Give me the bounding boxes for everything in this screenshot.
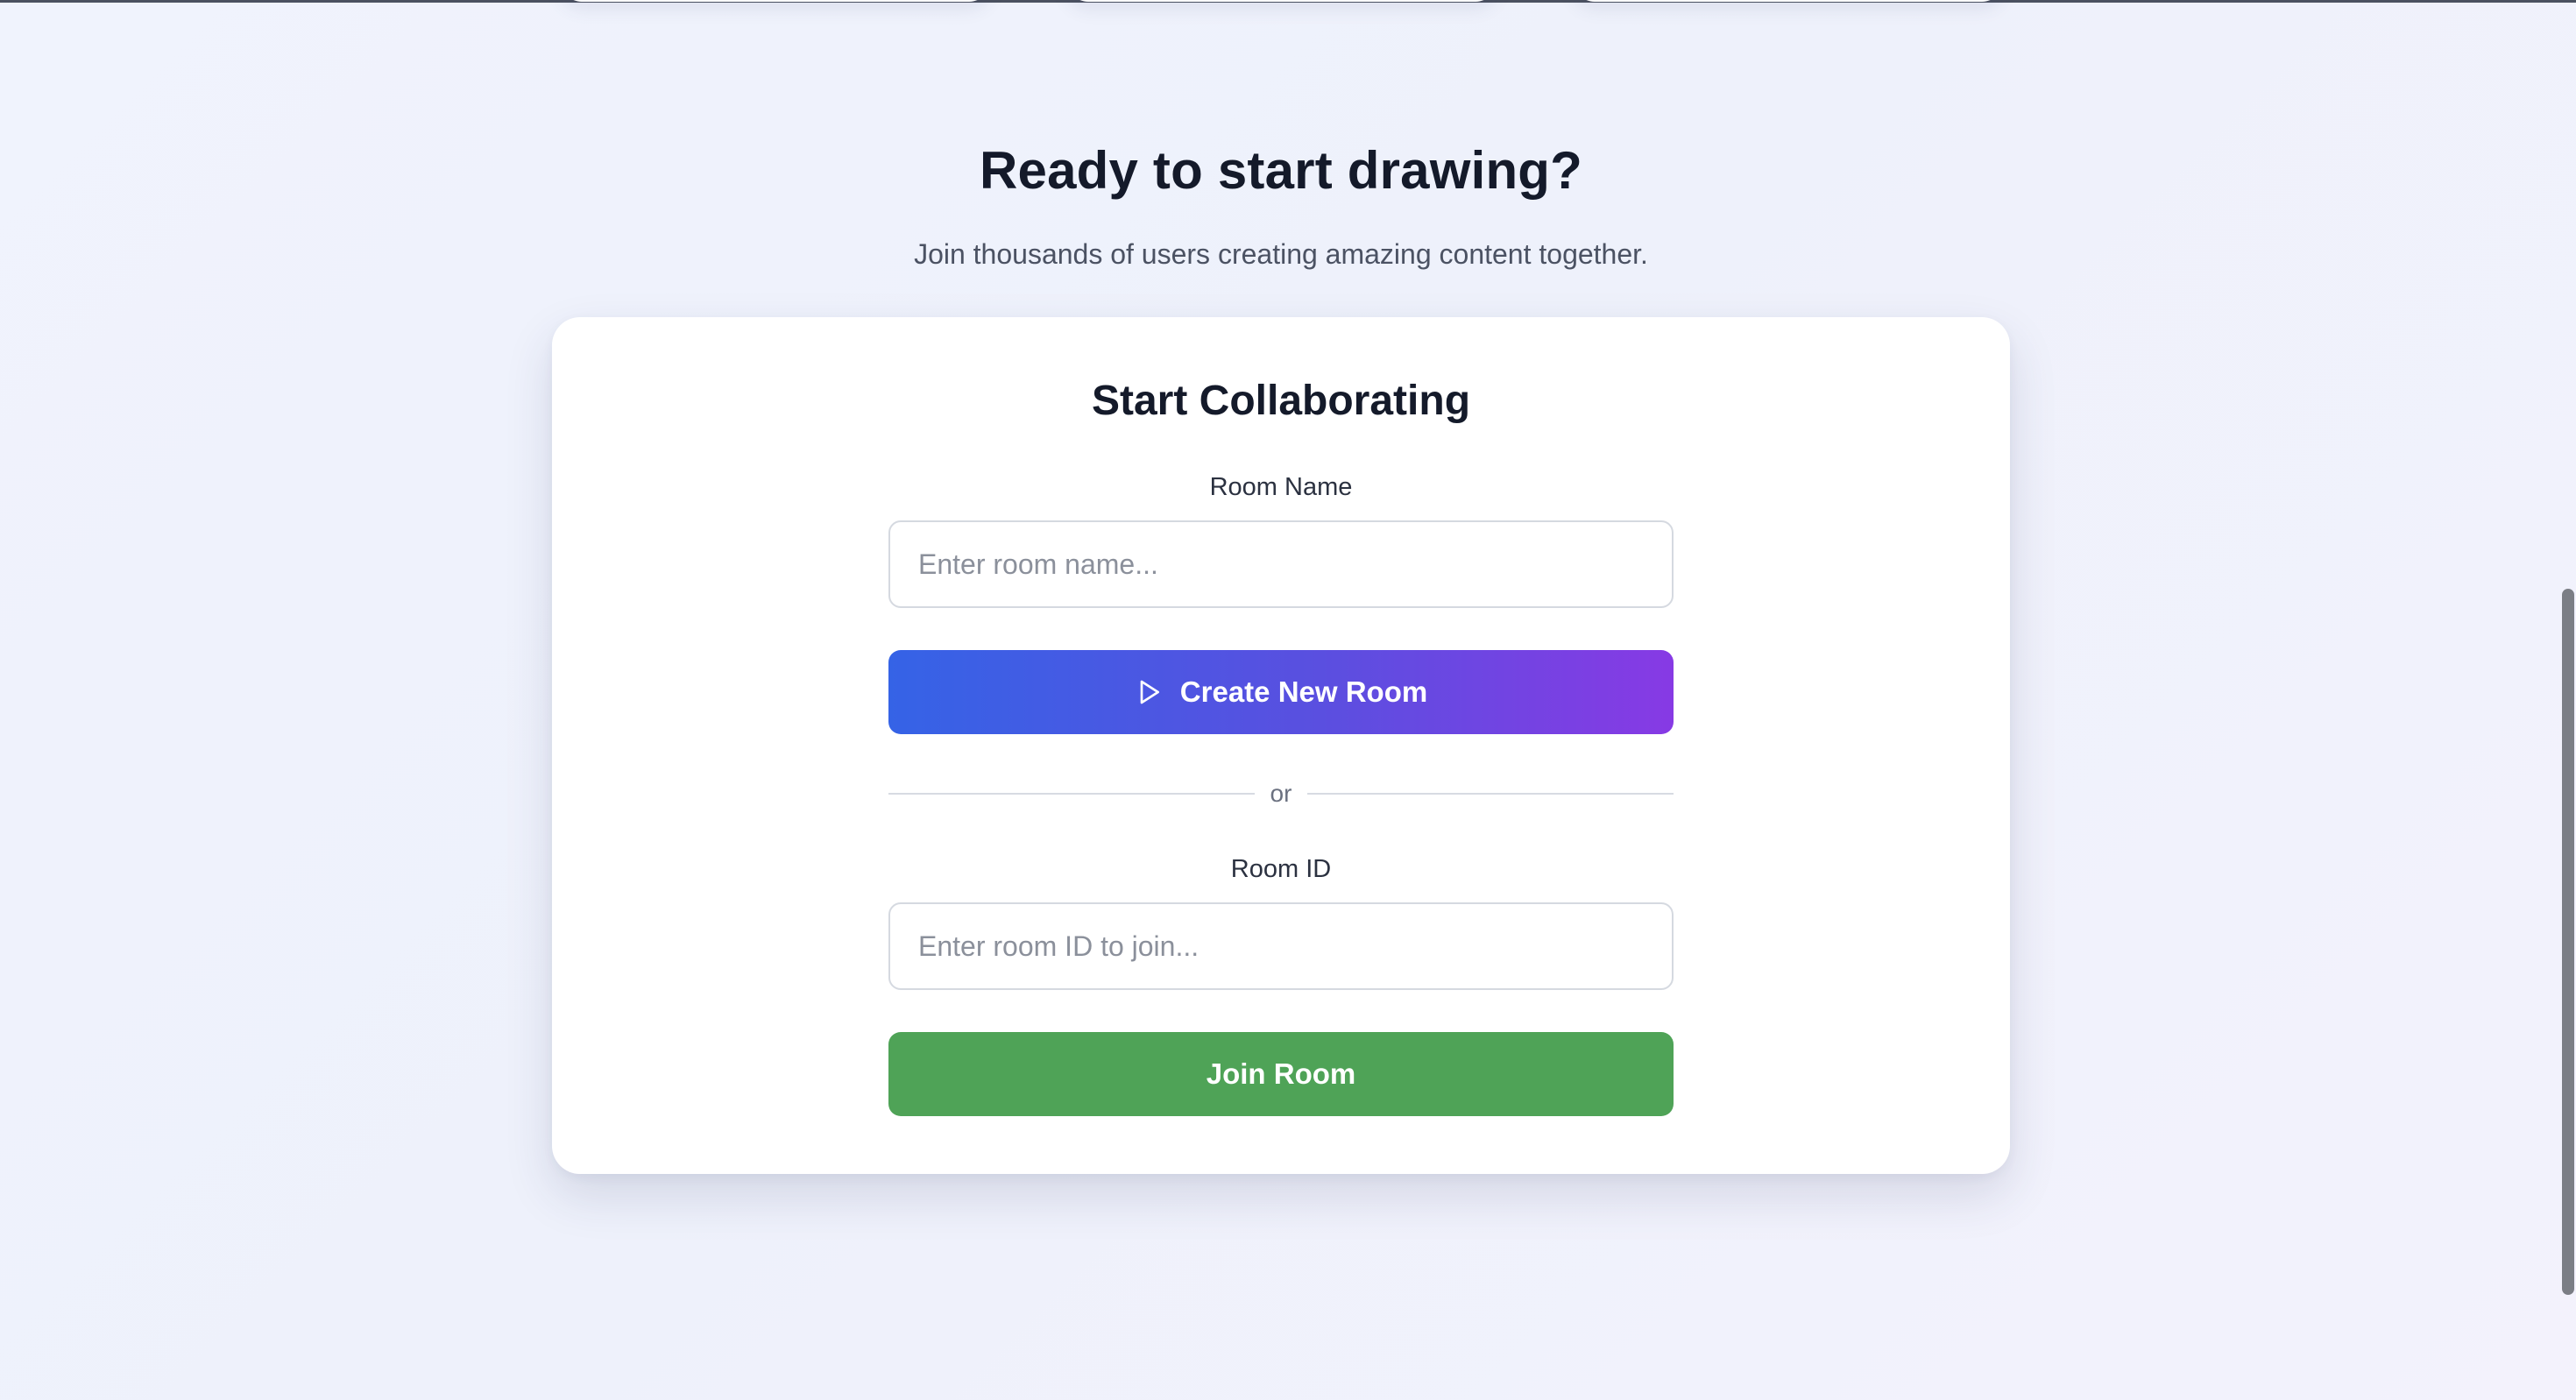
feature-card	[1574, 0, 2003, 2]
cta-title: Ready to start drawing?	[979, 141, 1583, 200]
or-divider: or	[888, 776, 1674, 811]
create-new-room-label: Create New Room	[1179, 675, 1428, 708]
play-icon	[1135, 678, 1163, 706]
feature-card	[561, 0, 990, 2]
room-name-label: Room Name	[1209, 473, 1353, 501]
divider-line-left	[888, 793, 1255, 795]
room-name-input[interactable]	[888, 520, 1674, 608]
room-id-input[interactable]	[888, 902, 1674, 990]
feature-card	[1067, 0, 1497, 2]
scrollbar-thumb[interactable]	[2562, 589, 2574, 1295]
card-title: Start Collaborating	[1091, 378, 1471, 424]
divider-text: or	[1270, 780, 1292, 807]
start-collaborating-card: Start Collaborating Room Name Create New…	[552, 317, 2010, 1174]
join-room-button[interactable]: Join Room	[888, 1032, 1674, 1116]
cta-subtitle: Join thousands of users creating amazing…	[914, 238, 1648, 270]
join-room-label: Join Room	[1206, 1057, 1356, 1090]
divider-line-right	[1307, 793, 1674, 795]
room-id-label: Room ID	[1230, 855, 1332, 883]
create-new-room-button[interactable]: Create New Room	[888, 650, 1674, 734]
